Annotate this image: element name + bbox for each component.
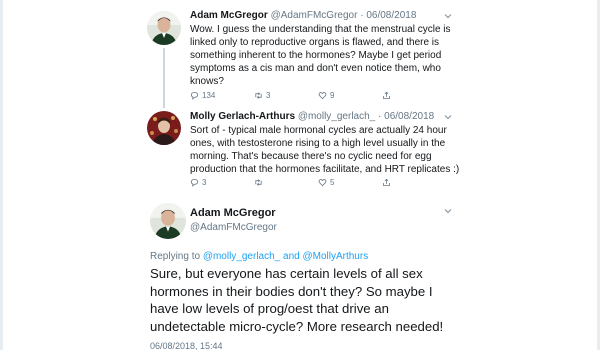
- retweet-icon: [255, 179, 262, 186]
- share-button[interactable]: [382, 178, 446, 187]
- focus-author[interactable]: Adam McGregor @AdamFMcGregor: [190, 207, 277, 234]
- like-count: 5: [330, 178, 335, 187]
- focus-tweet-text: Sure, but everyone has certain levels of…: [150, 266, 444, 334]
- chevron-down-icon[interactable]: [443, 112, 453, 122]
- tweet-text: Sort of - typical male hormonal cycles a…: [190, 125, 460, 175]
- mention-and[interactable]: and: [283, 251, 300, 262]
- reply-count: 134: [202, 91, 216, 100]
- tweet-text: Wow. I guess the understanding that the …: [190, 24, 451, 87]
- retweet-count: 3: [266, 91, 271, 100]
- tweet-date[interactable]: 06/08/2018: [366, 10, 416, 21]
- mention-link[interactable]: @MollyArthurs: [302, 251, 368, 262]
- reply-count: 3: [202, 178, 207, 187]
- like-button[interactable]: 9: [318, 91, 382, 100]
- tweet-header: Molly Gerlach-Arthurs @molly_gerlach_ · …: [190, 111, 470, 123]
- page-border-left: [0, 0, 3, 350]
- retweet-icon: [255, 92, 262, 99]
- reply-icon: [190, 178, 199, 187]
- share-button[interactable]: [382, 91, 446, 100]
- reply-button[interactable]: 3: [190, 178, 254, 187]
- tweet-1[interactable]: Adam McGregor @AdamFMcGregor · 06/08/201…: [190, 10, 470, 88]
- separator: ·: [360, 10, 364, 21]
- author-name[interactable]: Adam McGregor: [190, 10, 268, 21]
- replying-to-label: Replying to: [150, 251, 201, 262]
- avatar[interactable]: [147, 11, 181, 45]
- share-icon: [383, 178, 390, 187]
- avatar[interactable]: [150, 203, 186, 239]
- like-count: 9: [330, 91, 335, 100]
- avatar[interactable]: [147, 111, 181, 145]
- author-handle[interactable]: @molly_gerlach_: [298, 111, 375, 122]
- heart-icon: [318, 92, 327, 100]
- retweet-button[interactable]: [254, 178, 318, 187]
- tweet-header: Adam McGregor @AdamFMcGregor · 06/08/201…: [190, 10, 470, 22]
- author-name[interactable]: Adam McGregor: [190, 207, 277, 220]
- thread-connector: [163, 48, 165, 108]
- like-button[interactable]: 5: [318, 178, 382, 187]
- mention-link[interactable]: @molly_gerlach_: [203, 251, 280, 262]
- retweet-button[interactable]: 3: [254, 91, 318, 100]
- tweet-actions: 3 5: [190, 178, 446, 187]
- chevron-down-icon[interactable]: [443, 11, 453, 21]
- heart-icon: [318, 179, 327, 187]
- author-name[interactable]: Molly Gerlach-Arthurs: [190, 111, 295, 122]
- share-icon: [383, 91, 390, 100]
- tweet-2[interactable]: Molly Gerlach-Arthurs @molly_gerlach_ · …: [190, 111, 470, 176]
- reply-icon: [190, 91, 199, 100]
- tweet-timestamp[interactable]: 06/08/2018, 15:44: [150, 341, 223, 350]
- reply-button[interactable]: 134: [190, 91, 254, 100]
- author-handle[interactable]: @AdamFMcGregor: [271, 10, 358, 21]
- replying-to: Replying to @molly_gerlach_ and @MollyAr…: [150, 251, 368, 262]
- author-handle[interactable]: @AdamFMcGregor: [190, 222, 277, 234]
- chevron-down-icon[interactable]: [443, 206, 453, 216]
- separator: ·: [378, 111, 382, 122]
- tweet-actions: 134 3 9: [190, 91, 446, 100]
- tweet-date[interactable]: 06/08/2018: [384, 111, 434, 122]
